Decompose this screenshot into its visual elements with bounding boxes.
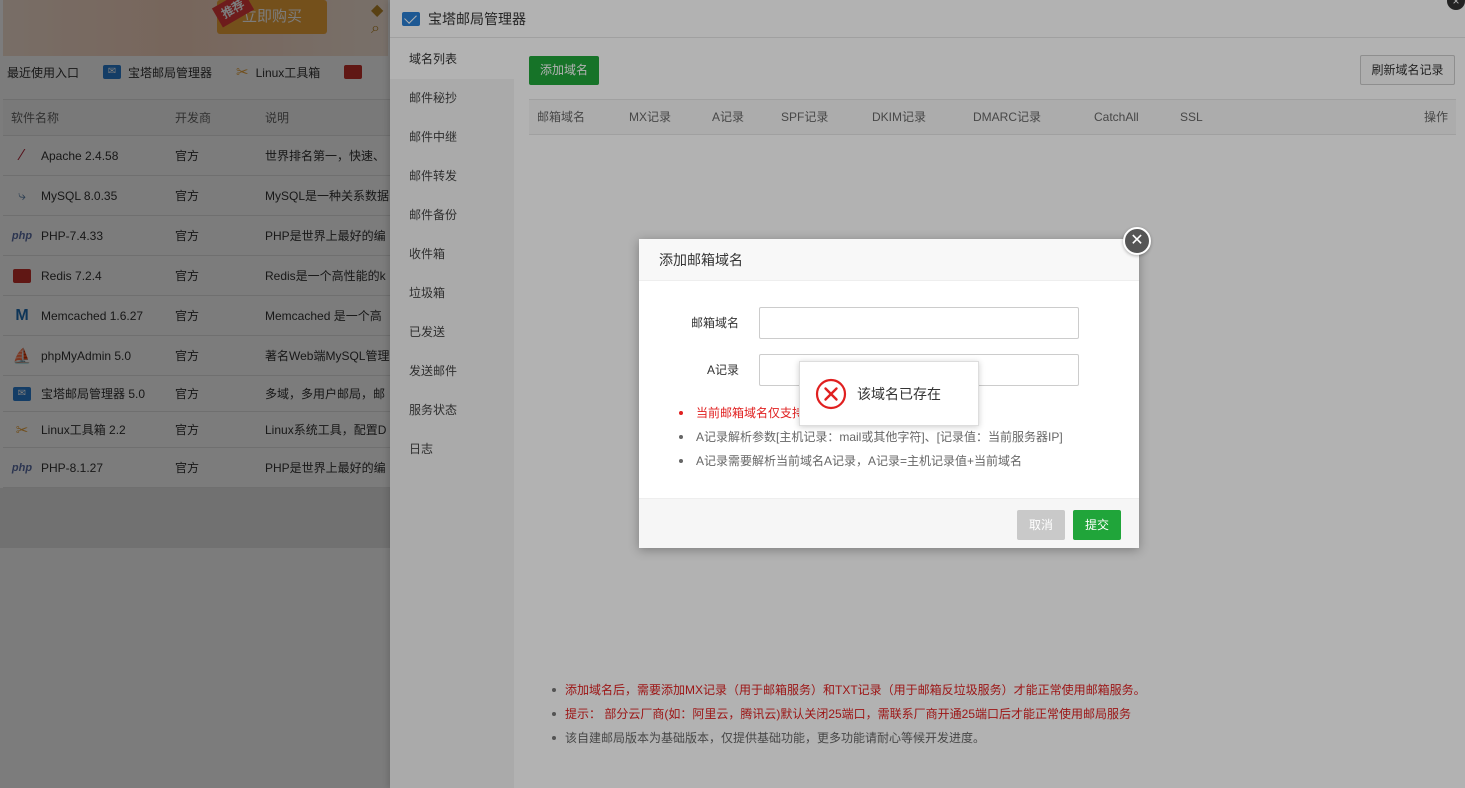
submit-button[interactable]: 提交 [1073,510,1121,540]
dialog-footer: 取消 提交 [639,498,1139,548]
a-record-field-label: A记录 [706,363,739,377]
dialog-title: 添加邮箱域名 [639,239,1139,281]
tip-item: A记录需要解析当前域名A记录，A记录=主机记录值+当前域名 [679,449,1063,473]
tip-item: A记录解析参数[主机记录：mail或其他字符]、[记录值：当前服务器IP] [679,425,1063,449]
domain-form-row: 邮箱域名 [639,307,1139,339]
domain-input[interactable] [759,307,1079,339]
error-circle-icon [815,378,847,409]
toast-message: 该域名已存在 [857,385,941,402]
domain-field-label: 邮箱域名 [690,316,739,330]
error-toast: 该域名已存在 [799,361,979,426]
cancel-button[interactable]: 取消 [1017,510,1065,540]
close-icon[interactable]: ✕ [1123,227,1151,255]
